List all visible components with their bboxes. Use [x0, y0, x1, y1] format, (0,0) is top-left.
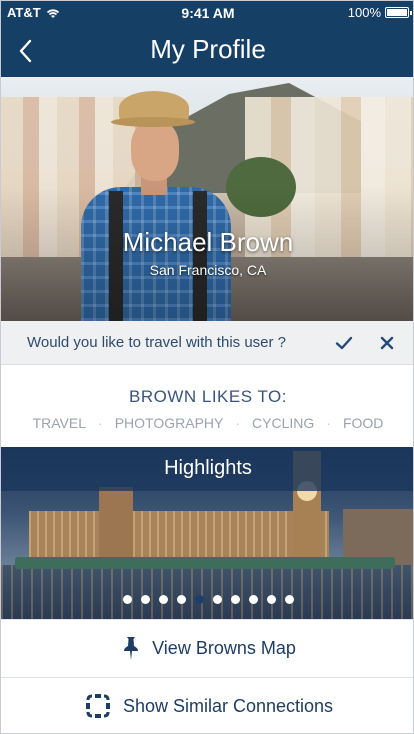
carousel-dot[interactable] [212, 595, 222, 604]
profile-hero-image [1, 77, 413, 321]
like-tag: TRAVEL [32, 415, 87, 431]
like-tag: CYCLING [252, 415, 315, 431]
travel-prompt: Would you like to travel with this user … [1, 321, 413, 365]
highlights-title: Highlights [164, 457, 252, 479]
carousel-dot[interactable] [248, 595, 258, 604]
carousel-dot[interactable] [158, 595, 168, 604]
likes-tags: TRAVEL · PHOTOGRAPHY · CYCLING · FOOD [1, 415, 413, 431]
battery-percent: 100% [347, 5, 381, 20]
page-title: My Profile [150, 34, 266, 64]
likes-section: BROWN LIKES TO: TRAVEL · PHOTOGRAPHY · C… [1, 365, 413, 447]
accept-travel-button[interactable] [334, 333, 354, 353]
tag-separator: · [235, 415, 241, 431]
decline-travel-button[interactable] [377, 333, 397, 353]
phone-screen: AT&T 9:41 AM 100% My Profile Michael Bro… [0, 0, 414, 734]
carousel-dot[interactable] [140, 595, 150, 604]
tag-separator: · [326, 415, 331, 431]
connections-icon [85, 694, 110, 718]
pushpin-icon [124, 637, 139, 660]
carousel-dot[interactable] [266, 595, 276, 604]
like-tag: PHOTOGRAPHY [114, 415, 224, 431]
like-tag: FOOD [342, 415, 384, 431]
profile-location: San Francisco, CA [149, 262, 267, 278]
carousel-dot[interactable] [194, 595, 204, 604]
travel-prompt-text: Would you like to travel with this user … [27, 334, 287, 351]
tag-separator: · [98, 415, 103, 431]
similar-connections-button[interactable]: Show Similar Connections [1, 677, 413, 733]
carousel-dot[interactable] [230, 595, 240, 604]
battery-icon [385, 7, 412, 18]
similar-connections-label: Show Similar Connections [122, 695, 334, 716]
carousel-dot[interactable] [176, 595, 186, 604]
status-right: 100% [347, 5, 412, 20]
top-bar: AT&T 9:41 AM 100% My Profile [1, 1, 413, 159]
likes-title: BROWN LIKES TO: [128, 387, 288, 406]
check-icon [335, 336, 353, 350]
view-map-label: View Browns Map [152, 637, 296, 658]
view-map-button[interactable]: View Browns Map [1, 619, 413, 676]
status-bar: AT&T 9:41 AM 100% [1, 1, 413, 159]
carousel-dot[interactable] [122, 595, 132, 604]
close-icon [380, 336, 394, 350]
highlights-carousel[interactable]: Highlights [1, 447, 413, 619]
profile-name: Michael Brown [122, 227, 294, 257]
carousel-pagination [1, 595, 413, 604]
carousel-dot[interactable] [284, 595, 294, 604]
